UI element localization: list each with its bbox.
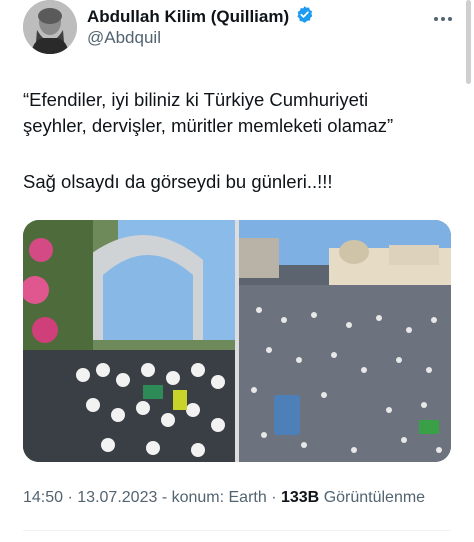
divider (23, 530, 451, 531)
tweet-location: konum: Earth (171, 489, 267, 506)
tweet-text-line-3: Sağ olsaydı da görseydi bu günleri..!!! (23, 171, 333, 192)
more-options-icon[interactable] (433, 10, 453, 21)
author-handle[interactable]: @Abdquil (87, 28, 161, 48)
tweet-date[interactable]: 13.07.2023 (77, 489, 157, 506)
tweet-text-line-1: “Efendiler, iyi biliniz ki Türkiye Cumhu… (23, 89, 369, 110)
tweet-time[interactable]: 14:50 (23, 489, 63, 506)
funeral-crowd-photo[interactable] (23, 220, 235, 462)
tweet-media-grid (23, 220, 451, 462)
separator-dot: · (271, 489, 281, 506)
separator-dot: · (67, 489, 78, 506)
separator-dot: - (161, 489, 172, 506)
author-name[interactable]: Abdullah Kilim (Quilliam) (87, 7, 289, 27)
views-count: 133B (280, 489, 320, 506)
verified-badge-icon (295, 5, 314, 29)
mosque-courtyard-crowd-photo[interactable] (239, 220, 451, 462)
avatar[interactable] (23, 0, 77, 54)
tweet-text-line-2: şeyhler, dervişler, müritler memleketi o… (23, 115, 394, 136)
tweet-metadata: 14:50 · 13.07.2023 - konum: Earth · 133B… (23, 489, 425, 507)
views-label: Görüntülenme (323, 489, 426, 506)
scrollbar[interactable] (466, 0, 471, 84)
